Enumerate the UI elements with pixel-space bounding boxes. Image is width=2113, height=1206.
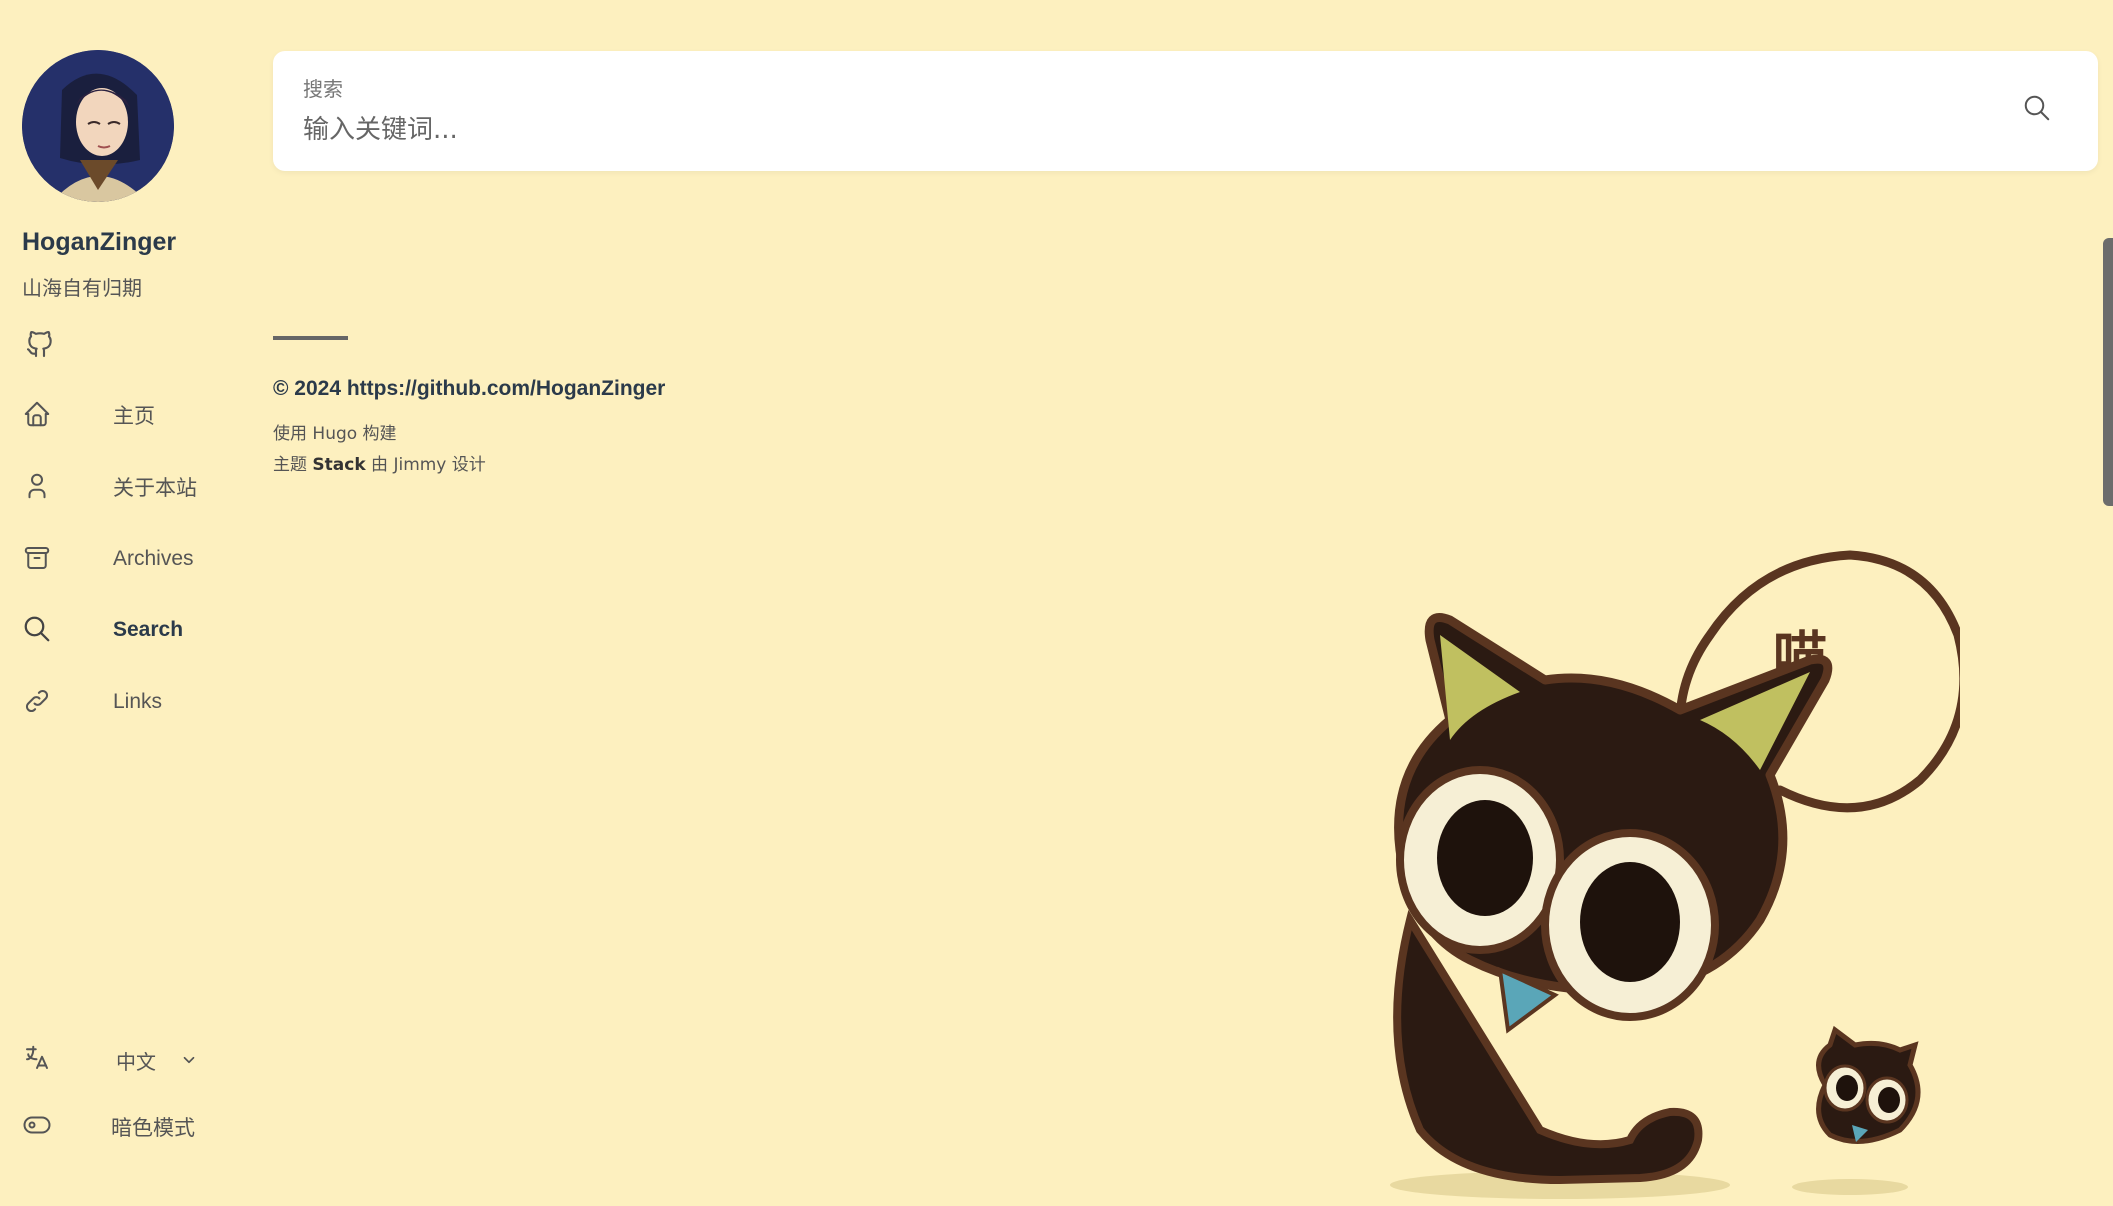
menu-item-label: Search bbox=[113, 618, 184, 641]
author-link[interactable]: Jimmy bbox=[393, 455, 446, 475]
menu-item-search[interactable]: Search bbox=[22, 605, 242, 655]
menu-item-links[interactable]: Links bbox=[22, 677, 242, 727]
language-icon bbox=[22, 1043, 52, 1077]
language-switcher: 中文 bbox=[22, 1035, 222, 1085]
search-icon bbox=[2024, 95, 2050, 121]
hugo-link[interactable]: Hugo bbox=[312, 424, 357, 444]
menu-item-about[interactable]: 关于本站 bbox=[22, 462, 242, 512]
menu-item-label: 主页 bbox=[113, 405, 155, 428]
avatar[interactable] bbox=[22, 50, 174, 202]
dark-mode-toggle[interactable]: 暗色模式 bbox=[22, 1102, 242, 1152]
theme-prefix: 主题 bbox=[273, 455, 313, 475]
chevron-down-icon bbox=[183, 1056, 195, 1064]
menu-item-home[interactable]: 主页 bbox=[22, 390, 242, 440]
built-suffix: 构建 bbox=[357, 424, 397, 444]
search-input[interactable] bbox=[303, 109, 1903, 151]
menu-item-label: Links bbox=[113, 690, 163, 713]
menu-item-label: 关于本站 bbox=[113, 477, 197, 500]
search-submit-button[interactable] bbox=[2022, 93, 2058, 129]
footer-built-with: 使用 Hugo 构建 bbox=[273, 419, 397, 444]
archive-icon bbox=[22, 543, 54, 575]
sidebar: HoganZinger 山海自有归期 主页 关于本站 Archives Sear… bbox=[0, 0, 250, 1202]
menu-item-archives[interactable]: Archives bbox=[22, 534, 242, 584]
cat-illustration: 喵 bbox=[1340, 540, 1969, 1202]
link-icon bbox=[22, 686, 54, 718]
theme-suffix: 设计 bbox=[446, 455, 486, 475]
language-selected: 中文 bbox=[116, 1049, 156, 1074]
avatar-image bbox=[22, 50, 174, 202]
language-select[interactable]: 中文 bbox=[116, 1046, 198, 1075]
search-form: 搜索 bbox=[273, 51, 2098, 171]
site-description: 山海自有归期 bbox=[22, 276, 142, 300]
cat-image: 喵 bbox=[1390, 550, 1969, 1199]
toggle-icon bbox=[22, 1110, 52, 1144]
footer-copyright: © 2024 https://github.com/HoganZinger bbox=[273, 377, 666, 400]
search-label: 搜索 bbox=[303, 77, 343, 101]
scrollbar-thumb[interactable] bbox=[2103, 238, 2113, 506]
dark-mode-label: 暗色模式 bbox=[111, 1116, 195, 1140]
built-prefix: 使用 bbox=[273, 424, 313, 444]
theme-link[interactable]: Stack bbox=[312, 455, 365, 475]
site-name[interactable]: HoganZinger bbox=[22, 228, 176, 257]
menu-item-label: Archives bbox=[113, 547, 194, 570]
theme-middle: 由 bbox=[365, 455, 394, 475]
user-icon bbox=[22, 471, 54, 503]
footer-theme: 主题 Stack 由 Jimmy 设计 bbox=[273, 450, 486, 475]
search-icon bbox=[22, 614, 54, 646]
footer-divider bbox=[273, 336, 348, 340]
home-icon bbox=[22, 399, 54, 431]
github-icon[interactable] bbox=[24, 328, 56, 360]
